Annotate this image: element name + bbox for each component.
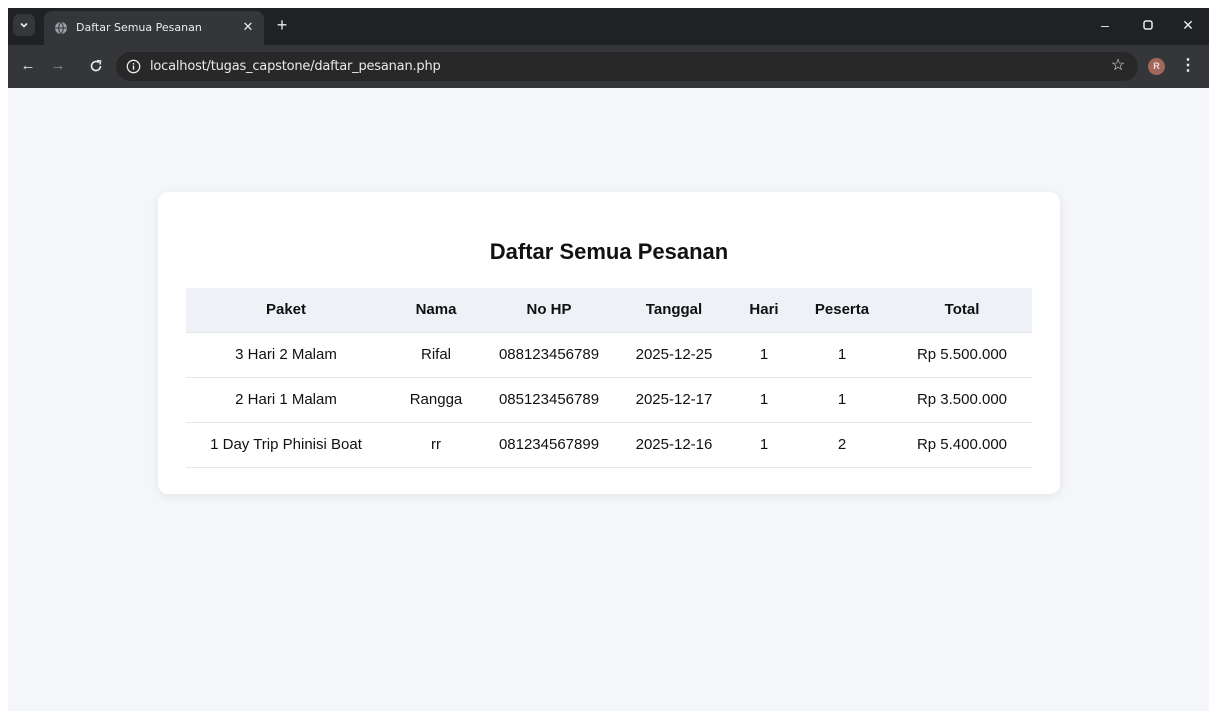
table-row: 3 Hari 2 Malam Rifal 088123456789 2025-1…	[186, 332, 1032, 378]
cell-tanggal: 2025-12-16	[612, 422, 736, 468]
cell-no-hp: 088123456789	[486, 332, 612, 378]
cell-nama: Rifal	[386, 332, 486, 378]
tab-title: Daftar Semua Pesanan	[76, 21, 202, 34]
table-header-row: Paket Nama No HP Tanggal Hari Peserta To…	[186, 288, 1032, 333]
column-header-total: Total	[892, 288, 1032, 333]
table-row: 1 Day Trip Phinisi Boat rr 081234567899 …	[186, 422, 1032, 468]
column-header-nama: Nama	[386, 288, 486, 333]
cell-nama: Rangga	[386, 377, 486, 423]
close-window-icon[interactable]: ✕	[1176, 14, 1200, 36]
close-tab-icon[interactable]: ✕	[240, 19, 256, 35]
browser-tab-active[interactable]: Daftar Semua Pesanan ✕	[44, 11, 264, 45]
menu-kebab-icon[interactable]: ⋮	[1180, 56, 1196, 76]
chevron-down-icon	[20, 22, 28, 28]
column-header-peserta: Peserta	[792, 288, 892, 333]
cell-hari: 1	[736, 422, 792, 468]
cell-total: Rp 5.500.000	[892, 332, 1032, 378]
cell-peserta: 2	[792, 422, 892, 468]
cell-tanggal: 2025-12-17	[612, 377, 736, 423]
tab-strip: Daftar Semua Pesanan ✕ + – ✕	[8, 8, 1209, 45]
cell-tanggal: 2025-12-25	[612, 332, 736, 378]
address-bar[interactable]: localhost/tugas_capstone/daftar_pesanan.…	[116, 52, 1138, 81]
orders-table: Paket Nama No HP Tanggal Hari Peserta To…	[186, 288, 1032, 468]
reload-glyph	[90, 59, 102, 72]
cell-no-hp: 085123456789	[486, 377, 612, 423]
tab-search-button[interactable]	[13, 14, 35, 36]
cell-nama: rr	[386, 422, 486, 468]
cell-hari: 1	[736, 332, 792, 378]
page-title: Daftar Semua Pesanan	[489, 239, 729, 264]
cell-peserta: 1	[792, 377, 892, 423]
url-text[interactable]: localhost/tugas_capstone/daftar_pesanan.…	[150, 59, 441, 74]
new-tab-button[interactable]: +	[272, 15, 292, 35]
minimize-icon[interactable]: –	[1093, 14, 1117, 36]
forward-arrow-icon[interactable]: →	[48, 56, 68, 76]
cell-total: Rp 3.500.000	[892, 377, 1032, 423]
page-viewport: Daftar Semua Pesanan Paket Nama No HP Ta…	[8, 88, 1209, 711]
restore-icon[interactable]	[1136, 14, 1160, 36]
column-header-hari: Hari	[736, 288, 792, 333]
cell-hari: 1	[736, 377, 792, 423]
column-header-tanggal: Tanggal	[612, 288, 736, 333]
bookmark-star-icon[interactable]: ☆	[1108, 56, 1128, 76]
cell-peserta: 1	[792, 332, 892, 378]
table-row: 2 Hari 1 Malam Rangga 085123456789 2025-…	[186, 377, 1032, 423]
browser-toolbar: ← → localhost/tugas_capstone/daftar_pesa…	[8, 45, 1209, 88]
browser-window: Daftar Semua Pesanan ✕ + – ✕ ← → localho…	[8, 8, 1209, 711]
cell-no-hp: 081234567899	[486, 422, 612, 468]
orders-card: Daftar Semua Pesanan Paket Nama No HP Ta…	[158, 192, 1060, 494]
restore-glyph	[1143, 20, 1153, 30]
column-header-no-hp: No HP	[486, 288, 612, 333]
profile-avatar[interactable]: R	[1148, 58, 1165, 75]
cell-total: Rp 5.400.000	[892, 422, 1032, 468]
cell-paket: 3 Hari 2 Malam	[186, 332, 386, 378]
cell-paket: 1 Day Trip Phinisi Boat	[186, 422, 386, 468]
info-icon[interactable]	[126, 59, 141, 74]
reload-icon[interactable]	[86, 56, 106, 76]
back-arrow-icon[interactable]: ←	[18, 56, 38, 76]
column-header-paket: Paket	[186, 288, 386, 333]
cell-paket: 2 Hari 1 Malam	[186, 377, 386, 423]
globe-icon	[55, 21, 67, 35]
